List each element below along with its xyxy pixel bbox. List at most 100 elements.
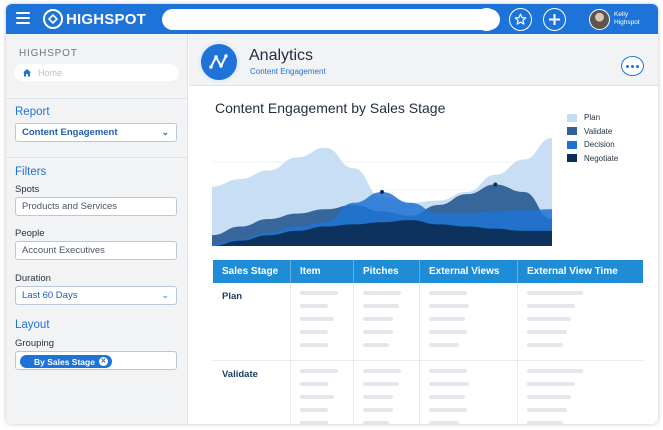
home-label: Home [38, 67, 63, 78]
placeholder-bar [429, 382, 469, 386]
placeholder-bar [363, 304, 399, 308]
sales-stage-cell: Validate [213, 361, 291, 424]
placeholder-bar [300, 343, 328, 347]
menu-icon[interactable] [16, 12, 30, 24]
chevron-down-icon: ⌄ [161, 290, 169, 300]
close-icon[interactable]: ✕ [98, 357, 108, 366]
legend-swatch [567, 127, 577, 136]
loading-cell [291, 283, 354, 360]
placeholder-bar [527, 343, 563, 347]
logo[interactable]: HIGHSPOT [43, 9, 146, 29]
placeholder-bar [300, 317, 334, 321]
placeholder-bar [527, 369, 583, 373]
table-row[interactable]: Validate [213, 361, 643, 424]
placeholder-bar [363, 421, 389, 424]
loading-cell [420, 361, 518, 424]
more-options-button[interactable] [621, 56, 644, 76]
sales-stage-cell: Plan [213, 283, 291, 360]
engagement-area-chart [212, 138, 552, 246]
home-icon [23, 69, 31, 77]
placeholder-bar [429, 421, 459, 424]
placeholder-bar [363, 395, 393, 399]
placeholder-bar [363, 291, 401, 295]
placeholder-bar [363, 382, 399, 386]
sidebar-brand: HIGHSPOT [19, 48, 78, 59]
people-label: People [15, 228, 45, 239]
legend-item-negotiate[interactable]: Negotiate [567, 152, 618, 166]
placeholder-bar [429, 408, 467, 412]
legend-item-decision[interactable]: Decision [567, 138, 618, 152]
placeholder-bar [527, 382, 575, 386]
analytics-icon [198, 41, 240, 83]
placeholder-bar [363, 317, 393, 321]
legend-label: Plan [584, 113, 601, 123]
grouping-field[interactable]: By Sales Stage ✕ [15, 351, 177, 370]
spots-label: Spots [15, 184, 40, 195]
analytics-header: Analytics Content Engagement [189, 34, 658, 86]
legend-label: Validate [584, 126, 613, 136]
column-header[interactable]: Item [291, 260, 354, 283]
grouping-chip-label: By Sales Stage [34, 356, 95, 367]
placeholder-bar [300, 291, 338, 295]
column-header[interactable]: External View Time [518, 260, 643, 283]
column-header[interactable]: External Views [420, 260, 518, 283]
placeholder-bar [300, 395, 334, 399]
people-field[interactable]: Account Executives [15, 241, 177, 260]
report-select[interactable]: Content Engagement ⌄ [15, 123, 177, 142]
placeholder-bar [527, 304, 575, 308]
highspot-logo-icon [43, 9, 63, 29]
placeholder-bar [527, 330, 567, 334]
search-input[interactable] [162, 9, 500, 30]
loading-cell [354, 283, 420, 360]
legend-item-validate[interactable]: Validate [567, 125, 618, 139]
grouping-chip: By Sales Stage ✕ [20, 355, 112, 368]
data-point[interactable] [380, 190, 384, 194]
search-icon[interactable] [475, 8, 498, 31]
placeholder-bar [527, 395, 571, 399]
legend-item-plan[interactable]: Plan [567, 111, 618, 125]
engagement-table: Sales Stage Item Pitches External Views Exte… [213, 260, 643, 424]
placeholder-bar [429, 317, 465, 321]
page-subtitle: Content Engagement [250, 67, 326, 76]
placeholder-bar [429, 291, 467, 295]
placeholder-bar [429, 343, 459, 347]
user-name[interactable]: Kelly Highspot [614, 11, 654, 27]
sidebar-home-link[interactable]: Home [14, 64, 179, 81]
placeholder-bar [527, 291, 583, 295]
duration-select[interactable]: Last 60 Days ⌄ [15, 286, 177, 305]
placeholder-bar [363, 369, 401, 373]
placeholder-bar [429, 330, 467, 334]
table-header: Sales Stage Item Pitches External Views Exte… [213, 260, 643, 283]
loading-cell [518, 361, 643, 424]
placeholder-bar [363, 408, 393, 412]
loading-cell [420, 283, 518, 360]
app-window: HIGHSPOT Kelly Highspot HIGHSPOT Home Re… [6, 4, 658, 424]
sidebar: HIGHSPOT Home Report Content Engagement … [6, 34, 188, 424]
divider [6, 98, 188, 99]
chevron-down-icon: ⌄ [161, 127, 169, 137]
column-header[interactable]: Pitches [354, 260, 420, 283]
logo-text: HIGHSPOT [66, 10, 146, 28]
legend-swatch [567, 113, 577, 122]
placeholder-bar [527, 408, 567, 412]
placeholder-bar [300, 304, 328, 308]
top-bar: HIGHSPOT Kelly Highspot [6, 4, 658, 34]
placeholder-bar [527, 317, 571, 321]
layout-heading: Layout [15, 319, 50, 331]
column-header[interactable]: Sales Stage [213, 260, 291, 283]
placeholder-bar [429, 369, 467, 373]
page-title: Analytics [249, 47, 314, 64]
placeholder-bar [429, 304, 469, 308]
placeholder-bar [300, 382, 328, 386]
main-content: Analytics Content Engagement Content Eng… [189, 34, 658, 424]
report-select-value: Content Engagement [22, 127, 118, 138]
grouping-label: Grouping [15, 338, 55, 349]
star-icon[interactable] [509, 8, 532, 31]
spots-field[interactable]: Products and Services [15, 197, 177, 216]
table-row[interactable]: Plan [213, 283, 643, 361]
avatar[interactable] [589, 9, 610, 30]
legend-label: Decision [584, 140, 615, 150]
placeholder-bar [300, 330, 328, 334]
data-point[interactable] [493, 182, 498, 187]
add-icon[interactable] [543, 8, 566, 31]
